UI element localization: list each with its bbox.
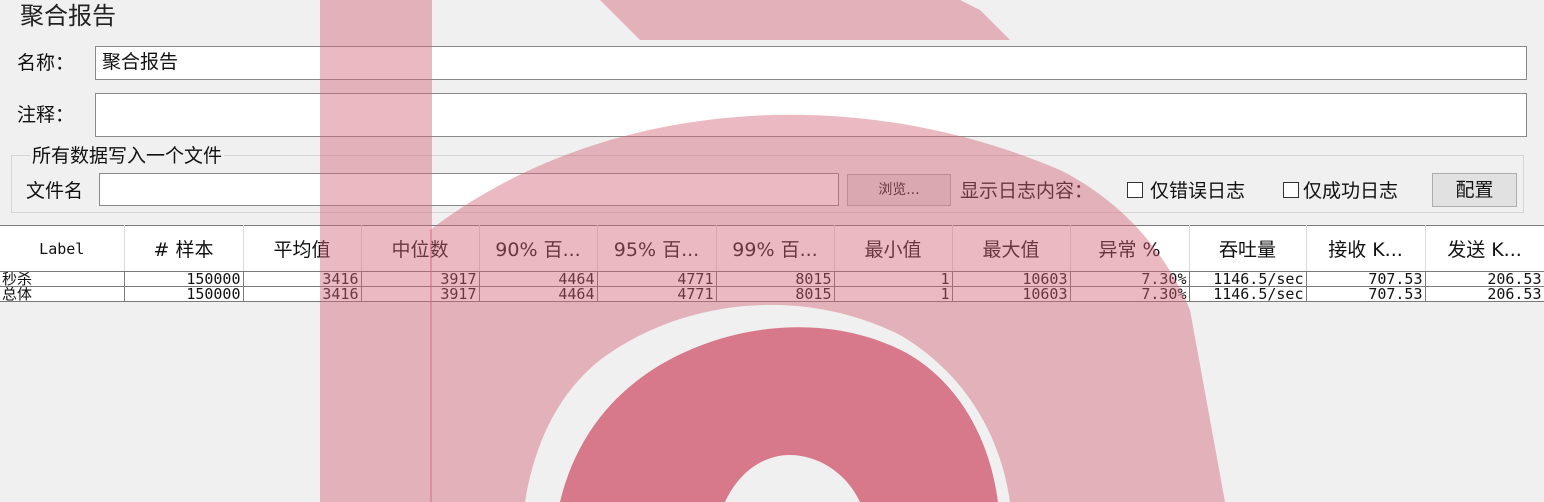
table-cell: 4771 bbox=[597, 286, 717, 302]
column-header-min[interactable]: 最小值 bbox=[834, 225, 953, 272]
file-group-title: 所有数据写入一个文件 bbox=[30, 145, 225, 167]
column-header-95-percentile[interactable]: 95% 百... bbox=[597, 225, 717, 272]
table-row[interactable]: 秒杀 150000 3416 3917 4464 4771 8015 1 106… bbox=[0, 271, 1544, 287]
table-cell-label: 秒杀 bbox=[0, 271, 125, 287]
table-cell: 1 bbox=[834, 286, 953, 302]
table-cell: 4771 bbox=[597, 271, 717, 287]
table-cell: 3917 bbox=[361, 271, 480, 287]
column-header-average[interactable]: 平均值 bbox=[243, 225, 362, 272]
success-only-checkbox[interactable] bbox=[1283, 182, 1299, 198]
table-cell: 7.30% bbox=[1070, 271, 1190, 287]
errors-only-checkbox[interactable] bbox=[1127, 182, 1143, 198]
table-cell: 1146.5/sec bbox=[1189, 271, 1307, 287]
table-cell: 206.53 bbox=[1425, 271, 1544, 287]
table-row[interactable]: 总体 150000 3416 3917 4464 4771 8015 1 106… bbox=[0, 286, 1544, 302]
column-header-99-percentile[interactable]: 99% 百... bbox=[716, 225, 835, 272]
column-header-90-percentile[interactable]: 90% 百... bbox=[479, 225, 598, 272]
table-cell: 1146.5/sec bbox=[1189, 286, 1307, 302]
results-table: Label # 样本 平均值 中位数 90% 百... 95% 百... 99%… bbox=[0, 225, 1544, 302]
filename-label: 文件名 bbox=[26, 180, 84, 202]
name-label: 名称： bbox=[17, 52, 75, 74]
table-cell: 3416 bbox=[243, 286, 362, 302]
table-cell: 3917 bbox=[361, 286, 480, 302]
column-header-throughput[interactable]: 吞吐量 bbox=[1189, 225, 1307, 272]
table-cell: 150000 bbox=[124, 271, 244, 287]
table-cell: 3416 bbox=[243, 271, 362, 287]
configure-button[interactable]: 配置 bbox=[1432, 173, 1517, 207]
success-only-label: 仅成功日志 bbox=[1303, 180, 1399, 202]
table-cell: 8015 bbox=[716, 271, 835, 287]
table-cell: 10603 bbox=[952, 286, 1071, 302]
column-header-received-kb[interactable]: 接收 K... bbox=[1306, 225, 1426, 272]
table-cell: 4464 bbox=[479, 286, 598, 302]
comment-label: 注释： bbox=[17, 104, 75, 126]
column-header-median[interactable]: 中位数 bbox=[361, 225, 480, 272]
table-cell: 150000 bbox=[124, 286, 244, 302]
table-cell-label: 总体 bbox=[0, 286, 125, 302]
table-cell: 1 bbox=[834, 271, 953, 287]
table-cell: 707.53 bbox=[1306, 286, 1426, 302]
column-header-label[interactable]: Label bbox=[0, 225, 125, 272]
table-cell: 707.53 bbox=[1306, 271, 1426, 287]
panel-title: 聚合报告 bbox=[20, 2, 116, 30]
browse-button[interactable]: 浏览... bbox=[847, 174, 951, 206]
table-cell: 10603 bbox=[952, 271, 1071, 287]
log-content-label: 显示日志内容： bbox=[960, 180, 1094, 202]
column-header-samples[interactable]: # 样本 bbox=[124, 225, 244, 272]
comment-field[interactable] bbox=[95, 93, 1527, 137]
name-field[interactable]: 聚合报告 bbox=[95, 46, 1527, 80]
filename-field[interactable] bbox=[99, 173, 839, 206]
table-cell: 4464 bbox=[479, 271, 598, 287]
table-header-row: Label # 样本 平均值 中位数 90% 百... 95% 百... 99%… bbox=[0, 225, 1544, 272]
column-header-sent-kb[interactable]: 发送 K... bbox=[1425, 225, 1544, 272]
errors-only-label: 仅错误日志 bbox=[1150, 180, 1246, 202]
table-cell: 8015 bbox=[716, 286, 835, 302]
column-header-error-percent[interactable]: 异常 % bbox=[1070, 225, 1190, 272]
table-cell: 206.53 bbox=[1425, 286, 1544, 302]
table-cell: 7.30% bbox=[1070, 286, 1190, 302]
column-header-max[interactable]: 最大值 bbox=[952, 225, 1071, 272]
